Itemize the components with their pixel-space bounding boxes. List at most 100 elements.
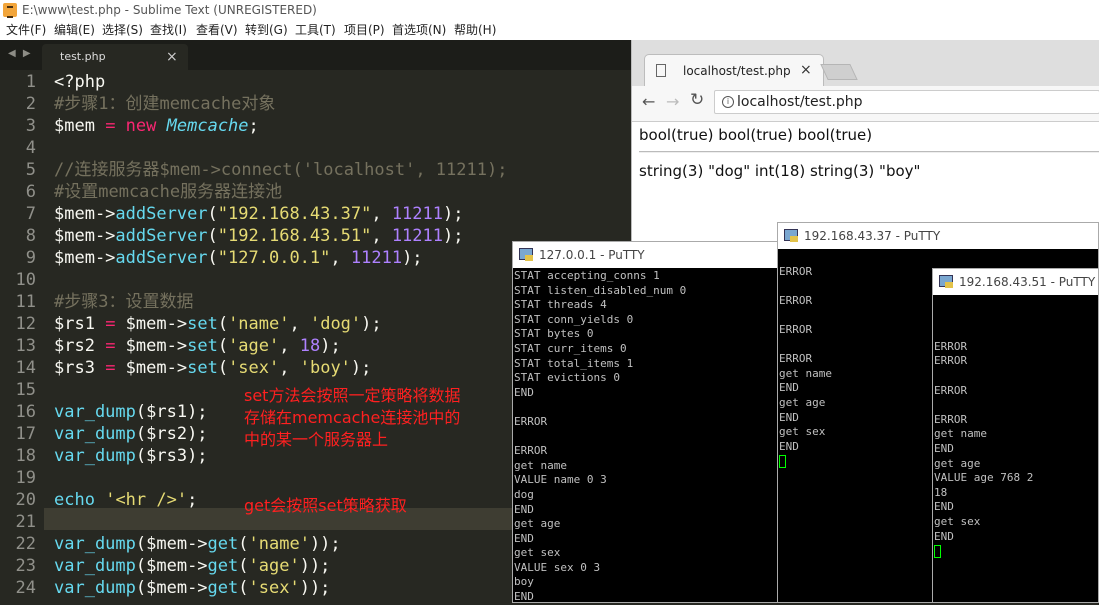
putty-icon [939, 275, 953, 288]
menu-project[interactable]: 项目(P) [344, 21, 385, 40]
line-number: 3 [25, 116, 36, 136]
line-number: 16 [15, 402, 36, 422]
tab-scroll-arrows-icon[interactable]: ◀ ▶ [8, 48, 33, 59]
menu-goto[interactable]: 转到(G) [245, 21, 288, 40]
code-token: 11211 [391, 226, 443, 246]
code-token: var_dump [54, 578, 136, 598]
line-number: 4 [25, 138, 36, 158]
tab-close-icon[interactable]: × [166, 44, 178, 70]
code-token: var_dump [54, 556, 136, 576]
putty-icon [519, 248, 533, 261]
code-token: get [207, 556, 239, 576]
terminal-cursor [934, 544, 941, 558]
menu-help[interactable]: 帮助(H) [454, 21, 496, 40]
line-number: 10 [15, 270, 36, 290]
code-line-14: $rs3 = $mem->set('sex', 'boy'); [54, 357, 371, 379]
code-token: 'sex' [248, 578, 300, 598]
code-token: echo [54, 490, 95, 510]
line-number: 1 [25, 72, 36, 92]
menu-selection[interactable]: 选择(S) [102, 21, 143, 40]
page-output-bools: bool(true) bool(true) bool(true) [639, 126, 873, 144]
code-line-17: var_dump($rs2); [54, 423, 208, 445]
info-icon[interactable]: i [722, 96, 734, 108]
line-number: 17 [15, 424, 36, 444]
code-token: ($mem-> [135, 534, 208, 554]
code-token: , [330, 248, 351, 268]
code-token: $mem-> [54, 226, 116, 246]
code-token: 'name' [248, 534, 310, 554]
code-token: ( [207, 226, 218, 246]
code-token: $rs1 [54, 314, 95, 334]
code-token: $rs2 [54, 336, 95, 356]
code-token: ; [248, 116, 259, 136]
menu-preferences[interactable]: 首选项(N) [392, 21, 446, 40]
putty-icon [784, 229, 798, 242]
browser-window: localhost/test.php × ← → ↻ localhost/tes… [631, 40, 1099, 250]
menu-file[interactable]: 文件(F) [6, 21, 46, 40]
line-number: 8 [25, 226, 36, 246]
code-token: var_dump [54, 424, 136, 444]
code-token: , [289, 314, 310, 334]
code-line-8: $mem->addServer("192.168.43.51", 11211); [54, 225, 463, 247]
code-token: )); [309, 534, 341, 554]
browser-tab-close-icon[interactable]: × [800, 62, 812, 78]
line-number-gutter: 1 2 3 4 5 6 7 8 9 10 11 12 13 14 15 16 1… [0, 70, 44, 603]
code-token: ($rs2); [135, 424, 208, 444]
putty-window-localhost[interactable]: 127.0.0.1 - PuTTY STAT accepting_conns 1… [512, 241, 784, 603]
code-line-16: var_dump($rs1); [54, 401, 208, 423]
code-token: set [187, 358, 218, 378]
code-token: addServer [115, 226, 208, 246]
window-title: E:\www\test.php - Sublime Text (UNREGIST… [0, 0, 1099, 21]
code-token: , [279, 358, 300, 378]
menu-view[interactable]: 查看(V) [196, 21, 238, 40]
code-token: Memcache [166, 116, 249, 136]
code-token: ); [443, 226, 464, 246]
code-line-20: echo '<hr />'; [54, 489, 197, 511]
code-line-7: $mem->addServer("192.168.43.37", 11211); [54, 203, 463, 225]
annotation-get: get会按照set策略获取 [244, 496, 407, 515]
back-arrow-icon[interactable]: ← [642, 92, 655, 111]
code-token: ); [320, 336, 341, 356]
code-line-1: <?php [54, 71, 105, 93]
browser-tab[interactable]: localhost/test.php [644, 54, 824, 86]
annotation-set-line3: 中的某一个服务器上 [244, 430, 389, 449]
code-token: var_dump [54, 534, 136, 554]
code-token: new [125, 116, 157, 136]
line-number: 15 [15, 380, 36, 400]
line-number: 23 [15, 556, 36, 576]
reload-icon[interactable]: ↻ [690, 90, 704, 110]
code-line-9: $mem->addServer("127.0.0.1", 11211); [54, 247, 423, 269]
code-token: var_dump [54, 402, 136, 422]
code-token: $mem-> [54, 248, 116, 268]
code-token: 'age' [248, 556, 300, 576]
code-token: 11211 [350, 248, 403, 268]
putty-title: 127.0.0.1 - PuTTY [513, 242, 783, 268]
line-number: 13 [15, 336, 36, 356]
menu-tools[interactable]: 工具(T) [295, 21, 336, 40]
putty-window-43-51[interactable]: 192.168.43.51 - PuTTY ERROR ERROR ERROR … [932, 268, 1099, 603]
code-token: ( [238, 556, 249, 576]
code-token: "192.168.43.37" [217, 204, 372, 224]
code-token: $mem-> [125, 314, 188, 334]
menu-edit[interactable]: 编辑(E) [54, 21, 95, 40]
code-line-12: $rs1 = $mem->set('name', 'dog'); [54, 313, 382, 335]
line-number: 7 [25, 204, 36, 224]
code-token: ( [207, 248, 218, 268]
code-line-11: #步骤3：设置数据 [54, 292, 194, 312]
horizontal-rule [639, 151, 1099, 153]
code-token: ( [207, 204, 218, 224]
code-token: set [187, 314, 218, 334]
code-token: "192.168.43.51" [217, 226, 372, 246]
code-token: = [94, 336, 126, 356]
line-number: 24 [15, 578, 36, 598]
address-bar[interactable]: localhost/test.php [714, 90, 1099, 114]
code-token: ($rs3); [135, 446, 208, 466]
code-line-6: #设置memcache服务器连接池 [54, 182, 283, 202]
code-token: ); [402, 248, 423, 268]
code-token: $mem-> [54, 204, 116, 224]
menu-find[interactable]: 查找(I) [150, 21, 187, 40]
forward-arrow-icon[interactable]: → [666, 92, 679, 111]
code-token: ($mem-> [135, 556, 208, 576]
code-line-5: //连接服务器$mem->connect('localhost', 11211)… [54, 160, 508, 180]
